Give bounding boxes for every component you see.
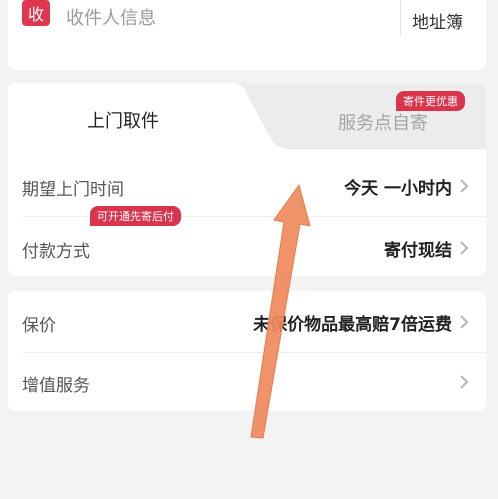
payment-promo-badge: 可开通先寄后付 [90,206,181,226]
insurance-label: 保价 [22,316,56,336]
pickup-time-row[interactable]: 期望上门时间 今天 一小时内 [8,155,486,217]
pickup-time-value: 今天 一小时内 [344,179,452,199]
pickup-time-label: 期望上门时间 [22,180,124,200]
payment-method-value: 寄付现结 [384,241,452,261]
address-book-button[interactable]: 地址簿 [412,8,463,33]
chevron-right-icon [460,375,469,389]
chevron-right-icon [460,315,469,329]
chevron-right-icon [460,241,469,255]
payment-method-row[interactable]: 可开通先寄后付 付款方式 寄付现结 [8,206,486,276]
tab-home-pickup[interactable]: 上门取件 [8,83,304,149]
value-added-label: 增值服务 [22,376,90,396]
pickup-card: 上门取件 服务点自寄 寄件更优惠 期望上门时间 今天 一小时内 可开通先寄后付 … [8,83,486,276]
receiver-info-label: 收件人信息 [66,8,156,29]
receiver-card[interactable]: 收 收件人信息 地址簿 [8,0,486,70]
service-card: 保价 未保价物品最高赔7倍运费 增值服务 [8,291,486,411]
divider [400,0,401,36]
tab-promo-badge: 寄件更优惠 [396,91,465,111]
chevron-right-icon [460,179,469,193]
receiver-badge: 收 [22,0,50,26]
tab-service-point[interactable]: 服务点自寄 [298,109,468,135]
insurance-row[interactable]: 保价 未保价物品最高赔7倍运费 [8,291,486,353]
value-added-row[interactable]: 增值服务 [8,351,486,413]
payment-method-label: 付款方式 [22,242,90,262]
insurance-value: 未保价物品最高赔7倍运费 [253,315,452,335]
tab-home-pickup-label: 上门取件 [87,111,159,132]
